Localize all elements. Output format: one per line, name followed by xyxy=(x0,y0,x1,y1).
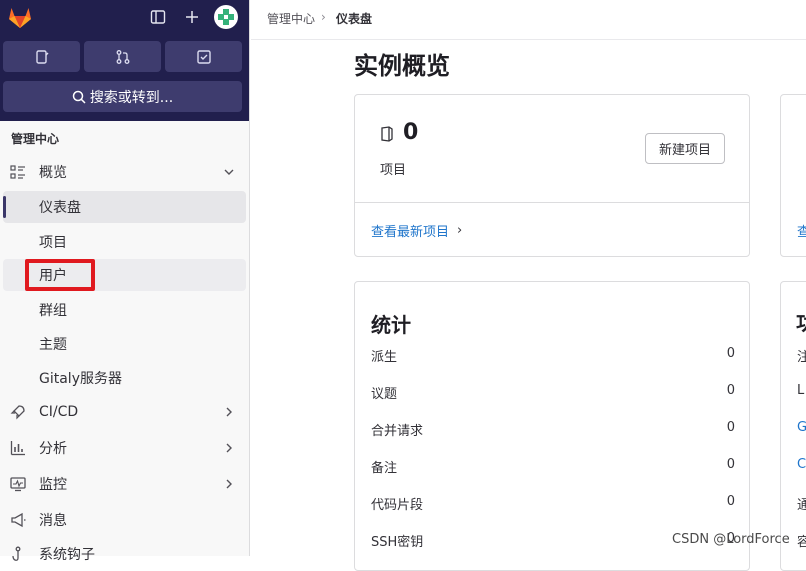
stat-label: SSH密钥 xyxy=(371,535,424,550)
sidebar-header: 搜索或转到... xyxy=(0,0,249,121)
plus-icon[interactable] xyxy=(181,6,203,28)
sidebar-item-label: 群组 xyxy=(39,303,67,319)
stat-value: 0 xyxy=(726,383,735,398)
sidebar-item-analytics[interactable]: 分析 xyxy=(3,432,246,464)
avatar[interactable] xyxy=(214,5,238,29)
projects-label: 项目 xyxy=(380,163,407,178)
page-title: 实例概览 xyxy=(354,52,450,80)
sidebar-item-label: CI/CD xyxy=(39,404,79,420)
features-row-fragment: 注 xyxy=(797,350,806,365)
monitor-icon xyxy=(10,476,26,492)
chevron-right-icon xyxy=(222,405,236,419)
sidebar-item-gitaly-servers[interactable]: Gitaly服务器 xyxy=(3,362,246,394)
projects-card: 0 项目 新建项目 查看最新项目 › xyxy=(354,94,750,257)
gitlab-logo-icon[interactable] xyxy=(7,4,33,30)
sidebar-item-cicd[interactable]: CI/CD xyxy=(3,396,246,428)
card-divider xyxy=(355,202,749,203)
hook-icon xyxy=(10,546,26,562)
stat-value: 0 xyxy=(726,494,735,509)
sidebar-item-label: 消息 xyxy=(39,513,67,529)
sidebar-item-label: 概览 xyxy=(39,165,67,181)
chevron-right-icon xyxy=(222,477,236,491)
stat-label: 合并请求 xyxy=(371,424,424,439)
sidebar-item-messages[interactable]: 消息 xyxy=(3,504,246,536)
features-row-fragment[interactable]: G xyxy=(797,420,806,435)
sidebar-item-projects[interactable]: 项目 xyxy=(3,226,246,258)
search-button[interactable]: 搜索或转到... xyxy=(3,81,242,112)
users-card-link-fragment[interactable]: 查 xyxy=(797,221,806,240)
watermark: CSDN @LordForce xyxy=(672,532,790,547)
merge-requests-button[interactable] xyxy=(84,41,161,72)
stat-value: 0 xyxy=(726,420,735,435)
sidebar-item-label: 系统钩子 xyxy=(39,547,95,563)
sidebar-item-label: 主题 xyxy=(39,337,67,353)
breadcrumb-admin-area[interactable]: 管理中心 xyxy=(267,10,315,27)
sidebar-toggle-icon[interactable] xyxy=(147,6,169,28)
sidebar-item-label: 仪表盘 xyxy=(39,200,81,216)
section-title: 管理中心 xyxy=(11,132,60,146)
projects-count: 0 xyxy=(403,120,419,145)
statistics-title: 统计 xyxy=(371,313,411,337)
todos-button[interactable] xyxy=(165,41,242,72)
breadcrumb-current: 仪表盘 xyxy=(336,12,373,26)
stat-value: 0 xyxy=(726,346,735,361)
sidebar: 搜索或转到... 管理中心 概览 仪表盘 项目 用户 群组 主题 Gitaly服… xyxy=(0,0,250,563)
stat-label: 代码片段 xyxy=(371,498,424,513)
stat-row: 派生 0 xyxy=(371,346,735,366)
merge-request-icon xyxy=(116,49,129,64)
sidebar-item-label: 监控 xyxy=(39,477,67,493)
sidebar-item-topics[interactable]: 主题 xyxy=(3,328,246,360)
features-row-fragment: 通 xyxy=(797,498,806,513)
stat-row: 议题 0 xyxy=(371,383,735,403)
features-row-fragment: L xyxy=(797,383,805,398)
stat-label: 派生 xyxy=(371,350,398,365)
statistics-card: 统计 派生 0 议题 0 合并请求 0 备注 0 代码片段 0 SSH密钥 0 xyxy=(354,281,750,571)
sidebar-item-system-hooks[interactable]: 系统钩子 xyxy=(3,538,246,570)
sidebar-item-label: 项目 xyxy=(39,235,67,251)
stat-row: 备注 0 xyxy=(371,457,735,477)
search-label: 搜索或转到... xyxy=(89,89,174,106)
chevron-right-icon: › xyxy=(457,223,463,238)
features-title-fragment: 功 xyxy=(796,307,806,336)
issues-icon xyxy=(35,49,48,64)
stat-label: 议题 xyxy=(371,387,398,402)
chevron-down-icon xyxy=(222,165,236,179)
chart-icon xyxy=(10,440,26,456)
stat-value: 0 xyxy=(726,457,735,472)
issues-button[interactable] xyxy=(3,41,80,72)
features-row-fragment: 容 xyxy=(797,535,806,550)
link-label: 查看最新项目 xyxy=(371,225,450,240)
sidebar-item-monitoring[interactable]: 监控 xyxy=(3,468,246,500)
breadcrumb-separator: › xyxy=(321,10,326,24)
sidebar-item-groups[interactable]: 群组 xyxy=(3,294,246,326)
active-indicator xyxy=(3,196,6,218)
stat-label: 备注 xyxy=(371,461,398,476)
overview-icon xyxy=(10,164,26,180)
top-bar: 管理中心 › 仪表盘 xyxy=(251,0,806,40)
search-icon xyxy=(72,90,86,104)
megaphone-icon xyxy=(10,512,26,528)
new-project-button[interactable]: 新建项目 xyxy=(645,133,725,164)
users-card: 查 xyxy=(780,94,806,257)
highlight-box xyxy=(25,259,95,291)
project-icon xyxy=(380,126,394,142)
rocket-icon xyxy=(10,404,26,420)
todo-icon xyxy=(196,49,211,64)
stat-row: 代码片段 0 xyxy=(371,494,735,514)
features-row-fragment[interactable]: C xyxy=(797,457,806,472)
stat-row: 合并请求 0 xyxy=(371,420,735,440)
sidebar-item-overview[interactable]: 概览 xyxy=(3,156,246,188)
view-latest-projects-link[interactable]: 查看最新项目 › xyxy=(371,221,462,240)
sidebar-item-dashboard[interactable]: 仪表盘 xyxy=(3,191,246,223)
sidebar-item-label: Gitaly服务器 xyxy=(39,371,122,387)
sidebar-item-label: 分析 xyxy=(39,441,67,457)
chevron-right-icon xyxy=(222,441,236,455)
